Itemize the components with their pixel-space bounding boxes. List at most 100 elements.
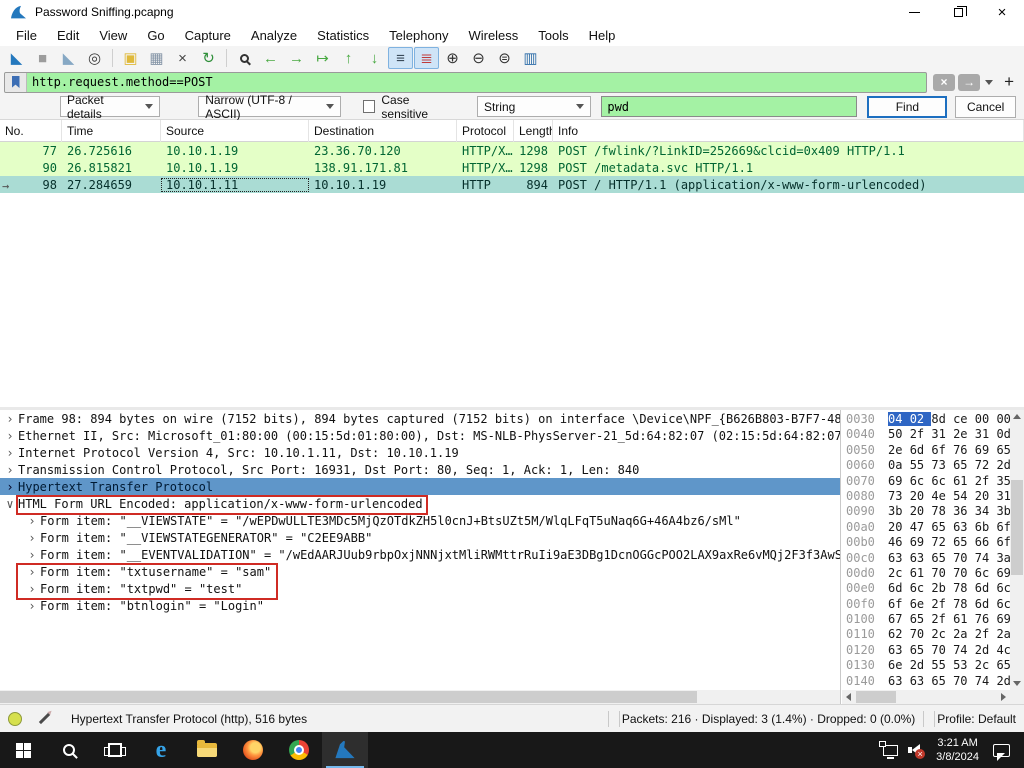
packet-row[interactable]: 98→27.28465910.10.1.1110.10.1.19HTTP894P…: [0, 176, 1024, 193]
menu-statistics[interactable]: Statistics: [307, 26, 379, 45]
hex-row[interactable]: 00d02c 61 70 70 6c 69: [846, 566, 1010, 581]
expand-arrow-icon[interactable]: ›: [24, 514, 40, 528]
find-charset-select[interactable]: Narrow (UTF-8 / ASCII): [198, 96, 341, 117]
save-file-icon[interactable]: ▦: [144, 47, 169, 69]
resize-columns-icon[interactable]: ▥: [518, 47, 543, 69]
hex-vertical-scrollbar[interactable]: [1010, 410, 1024, 690]
detail-row[interactable]: ›Frame 98: 894 bytes on wire (7152 bits)…: [0, 410, 840, 427]
case-sensitive-checkbox[interactable]: [363, 100, 375, 113]
filter-history-dropdown-icon[interactable]: [985, 80, 993, 85]
find-type-select[interactable]: String: [477, 96, 591, 117]
hex-row[interactable]: 00c063 63 65 70 74 3a: [846, 551, 1010, 566]
taskbar-clock[interactable]: 3:21 AM 3/8/2024: [936, 736, 979, 765]
scroll-down-icon[interactable]: [1013, 681, 1021, 686]
find-scope-select[interactable]: Packet details: [60, 96, 160, 117]
go-first-icon[interactable]: ↑: [336, 47, 361, 69]
capture-comment-icon[interactable]: [39, 713, 50, 724]
scroll-up-icon[interactable]: [1013, 414, 1021, 419]
colorize-icon[interactable]: ≣: [414, 47, 439, 69]
hex-row[interactable]: 00e06d 6c 2b 78 6d 6c: [846, 581, 1010, 596]
details-horizontal-scrollbar[interactable]: [0, 690, 841, 704]
detail-row[interactable]: ›Hypertext Transfer Protocol: [0, 478, 840, 495]
column-header-length[interactable]: Length: [514, 120, 553, 142]
column-header-time[interactable]: Time: [62, 120, 161, 142]
hex-row[interactable]: 00a020 47 65 63 6b 6f: [846, 520, 1010, 535]
taskbar-edge-button[interactable]: e: [138, 732, 184, 768]
hex-row[interactable]: 00502e 6d 6f 76 69 65: [846, 443, 1010, 458]
hex-row[interactable]: 012063 65 70 74 2d 4c: [846, 643, 1010, 658]
taskbar-chrome-button[interactable]: [276, 732, 322, 768]
packet-row[interactable]: 7726.72561610.10.1.1923.36.70.120HTTP/X……: [0, 142, 1024, 159]
menu-wireless[interactable]: Wireless: [458, 26, 528, 45]
menu-file[interactable]: File: [6, 26, 47, 45]
taskbar-task-view-button[interactable]: [92, 732, 138, 768]
detail-row[interactable]: ›Ethernet II, Src: Microsoft_01:80:00 (0…: [0, 427, 840, 444]
taskbar-search-button[interactable]: [46, 732, 92, 768]
scroll-left-icon[interactable]: [846, 693, 851, 701]
hex-row[interactable]: 00f06f 6e 2f 78 6d 6c: [846, 597, 1010, 612]
open-file-icon[interactable]: ▣: [118, 47, 143, 69]
restart-capture-icon[interactable]: ◣: [56, 47, 81, 69]
stop-capture-icon[interactable]: ■: [30, 47, 55, 69]
go-to-packet-icon[interactable]: ↦: [310, 47, 335, 69]
volume-muted-icon[interactable]: [912, 744, 920, 756]
taskbar-start-button[interactable]: [0, 732, 46, 768]
menu-capture[interactable]: Capture: [175, 26, 241, 45]
zoom-reset-icon[interactable]: ⊜: [492, 47, 517, 69]
detail-row[interactable]: ›Form item: "__VIEWSTATEGENERATOR" = "C2…: [0, 529, 840, 546]
expand-arrow-icon[interactable]: ›: [2, 446, 18, 460]
go-last-icon[interactable]: ↓: [362, 47, 387, 69]
detail-row[interactable]: ›Form item: "txtpwd" = "test": [0, 580, 840, 597]
find-query-input[interactable]: pwd: [601, 96, 857, 117]
detail-row[interactable]: ›Transmission Control Protocol, Src Port…: [0, 461, 840, 478]
hex-row[interactable]: 007069 6c 6c 61 2f 35: [846, 474, 1010, 489]
detail-row[interactable]: ›Internet Protocol Version 4, Src: 10.10…: [0, 444, 840, 461]
expand-arrow-icon[interactable]: ›: [2, 429, 18, 443]
reload-file-icon[interactable]: ↻: [196, 47, 221, 69]
expand-arrow-icon[interactable]: ›: [2, 480, 18, 494]
filter-bookmark-button[interactable]: [5, 73, 27, 92]
packet-row[interactable]: 9026.81582110.10.1.19138.91.171.81HTTP/X…: [0, 159, 1024, 176]
menu-edit[interactable]: Edit: [47, 26, 89, 45]
cancel-button[interactable]: Cancel: [955, 96, 1016, 118]
detail-row[interactable]: ›Form item: "btnlogin" = "Login": [0, 597, 840, 614]
taskbar-wireshark-button[interactable]: [322, 732, 368, 768]
scroll-right-icon[interactable]: [1001, 693, 1006, 701]
expert-info-icon[interactable]: [8, 712, 22, 726]
detail-row[interactable]: ∨HTML Form URL Encoded: application/x-ww…: [0, 495, 840, 512]
hex-row[interactable]: 00903b 20 78 36 34 3b: [846, 504, 1010, 519]
start-capture-icon[interactable]: ◣: [4, 47, 29, 69]
zoom-out-icon[interactable]: ⊖: [466, 47, 491, 69]
collapse-arrow-icon[interactable]: ∨: [2, 497, 18, 511]
expand-arrow-icon[interactable]: ›: [24, 599, 40, 613]
hex-row[interactable]: 00600a 55 73 65 72 2d: [846, 458, 1010, 473]
scrollbar-thumb[interactable]: [1011, 480, 1023, 575]
hex-row[interactable]: 011062 70 2c 2a 2f 2a: [846, 627, 1010, 642]
menu-help[interactable]: Help: [579, 26, 626, 45]
find-button[interactable]: Find: [867, 96, 947, 118]
expand-arrow-icon[interactable]: ›: [24, 548, 40, 562]
column-header-protocol[interactable]: Protocol: [457, 120, 514, 142]
go-forward-icon[interactable]: →: [284, 47, 309, 69]
action-center-icon[interactable]: [993, 744, 1010, 757]
filter-add-button[interactable]: +: [998, 72, 1020, 92]
menu-analyze[interactable]: Analyze: [241, 26, 307, 45]
filter-clear-button[interactable]: ×: [933, 74, 955, 91]
taskbar-file-explorer-button[interactable]: [184, 732, 230, 768]
expand-arrow-icon[interactable]: ›: [24, 582, 40, 596]
go-back-icon[interactable]: ←: [258, 47, 283, 69]
expand-arrow-icon[interactable]: ›: [2, 412, 18, 426]
column-header-info[interactable]: Info: [553, 120, 1024, 142]
find-packet-icon[interactable]: [232, 47, 257, 69]
display-filter-input[interactable]: http.request.method==POST: [27, 75, 926, 89]
close-file-icon[interactable]: ×: [170, 47, 195, 69]
restore-button[interactable]: [936, 0, 980, 24]
hex-row[interactable]: 00b046 69 72 65 66 6f: [846, 535, 1010, 550]
menu-telephony[interactable]: Telephony: [379, 26, 458, 45]
detail-row[interactable]: ›Form item: "__VIEWSTATE" = "/wEPDwULLTE…: [0, 512, 840, 529]
scrollbar-thumb[interactable]: [856, 691, 896, 703]
scrollbar-thumb[interactable]: [0, 691, 697, 703]
expand-arrow-icon[interactable]: ›: [24, 565, 40, 579]
case-sensitive-option[interactable]: Case sensitive: [363, 93, 455, 121]
hex-row[interactable]: 01306e 2d 55 53 2c 65: [846, 658, 1010, 673]
